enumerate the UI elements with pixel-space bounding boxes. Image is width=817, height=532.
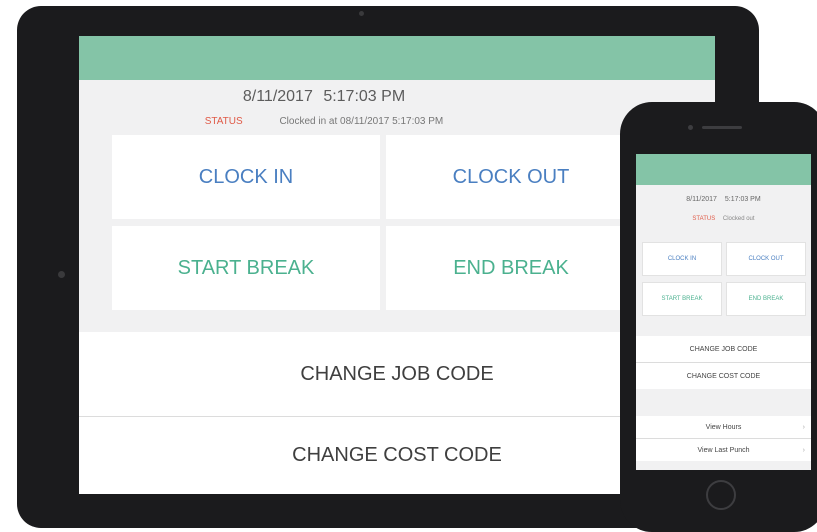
date-text: 8/11/2017 (242, 88, 313, 105)
phone-view-hours-row[interactable]: View Hours › (636, 416, 811, 438)
phone-view-hours-label: View Hours (705, 423, 742, 431)
datetime-display: 8/11/2017 5:17:03 PM (79, 88, 569, 106)
time-text: 5:17:03 PM (323, 88, 406, 105)
end-break-button[interactable]: END BREAK (386, 226, 636, 310)
tablet-home-dot (58, 271, 65, 278)
clock-out-button[interactable]: CLOCK OUT (386, 135, 636, 219)
chevron-right-icon: › (802, 446, 805, 454)
clock-in-button[interactable]: CLOCK IN (112, 135, 380, 219)
phone-status-line: STATUS Clocked out (636, 216, 811, 222)
phone-status-text: Clocked out (722, 216, 755, 222)
phone-clock-in-button[interactable]: CLOCK IN (642, 242, 722, 276)
tablet-camera (359, 11, 364, 16)
phone-screen: 8/11/2017 5:17:03 PM STATUS Clocked out … (636, 154, 811, 470)
phone-device: 8/11/2017 5:17:03 PM STATUS Clocked out … (620, 102, 817, 532)
app-header-bar (79, 36, 715, 80)
phone-date-text: 8/11/2017 (686, 196, 717, 203)
status-label: STATUS (204, 116, 243, 127)
phone-view-last-punch-row[interactable]: View Last Punch › (636, 439, 811, 461)
chevron-right-icon: › (802, 423, 805, 431)
phone-view-last-punch-label: View Last Punch (697, 446, 750, 454)
phone-change-cost-code-button[interactable]: CHANGE COST CODE (636, 363, 811, 389)
status-text: Clocked in at 08/11/2017 5:17:03 PM (279, 116, 444, 127)
phone-home-button[interactable] (706, 480, 736, 510)
phone-end-break-button[interactable]: END BREAK (726, 282, 806, 316)
start-break-button[interactable]: START BREAK (112, 226, 380, 310)
phone-datetime-display: 8/11/2017 5:17:03 PM (636, 196, 811, 203)
phone-camera (688, 125, 693, 130)
status-line: STATUS Clocked in at 08/11/2017 5:17:03 … (79, 116, 569, 127)
phone-time-text: 5:17:03 PM (724, 196, 761, 203)
phone-change-job-code-button[interactable]: CHANGE JOB CODE (636, 336, 811, 362)
phone-start-break-button[interactable]: START BREAK (642, 282, 722, 316)
phone-status-label: STATUS (692, 216, 716, 222)
phone-header-bar (636, 154, 811, 185)
phone-speaker (702, 126, 742, 129)
phone-clock-out-button[interactable]: CLOCK OUT (726, 242, 806, 276)
